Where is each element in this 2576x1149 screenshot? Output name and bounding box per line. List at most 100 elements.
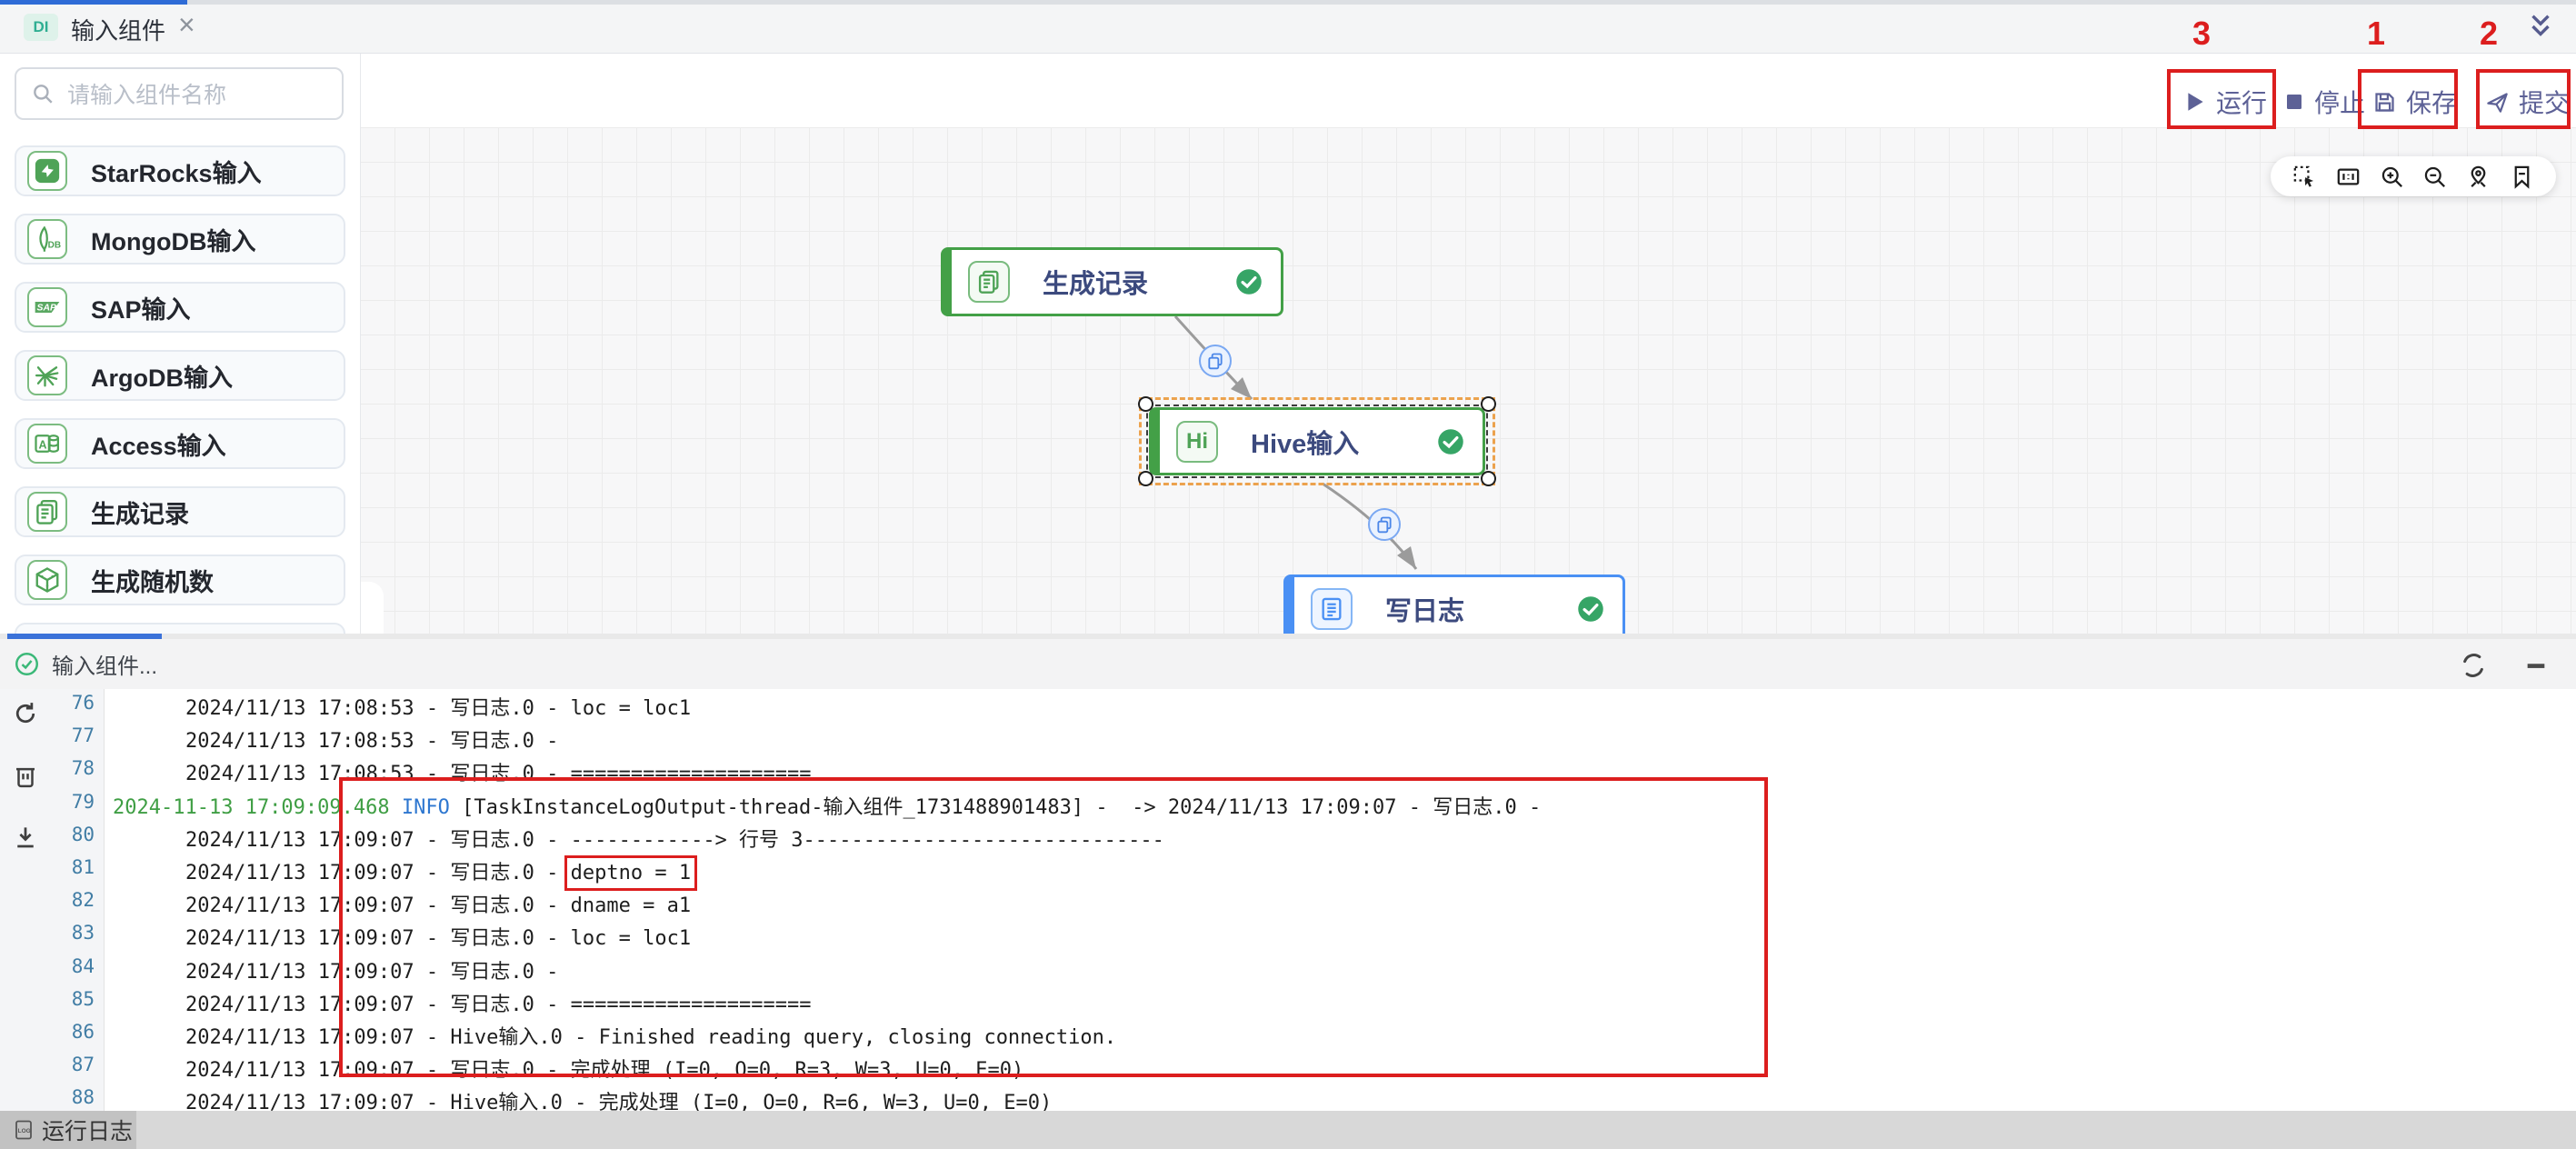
minimize-icon[interactable]: [2523, 653, 2549, 678]
chevron-double-down-icon[interactable]: [2525, 11, 2556, 42]
fit-view-icon[interactable]: [2336, 165, 2361, 189]
resize-handle-ne[interactable]: [1481, 396, 1496, 412]
stop-button[interactable]: 停止: [2283, 84, 2365, 120]
log-text: 2024/11/13 17:09:07 - 写日志.0 - ==========…: [185, 988, 812, 1017]
log-file-icon: LOG: [13, 1119, 35, 1141]
flow-canvas[interactable]: [360, 127, 2576, 634]
panel-header: 输入组件...: [0, 639, 2576, 690]
component-item-label: StarRocks输入: [91, 154, 262, 189]
log-text: 2024/11/13 17:09:07 - 写日志.0 - deptno = 1: [185, 856, 691, 885]
svg-text:DB: DB: [48, 240, 61, 250]
top-scrollbar[interactable]: [0, 0, 2576, 5]
status-bar: LOG 运行日志: [0, 1111, 2576, 1149]
sidebar-collapse-handle[interactable]: [360, 582, 384, 634]
component-item-label: SAP输入: [91, 290, 191, 325]
success-check-icon: [1577, 595, 1604, 623]
log-text: 2024/11/13 17:08:53 - 写日志.0 - loc = loc1: [185, 692, 691, 721]
tab-bar: DI 输入组件 ×: [0, 0, 2576, 54]
svg-text:LOG: LOG: [18, 1128, 31, 1134]
access-icon: A: [27, 424, 67, 464]
svg-text:SAP: SAP: [37, 303, 56, 313]
search-input[interactable]: 请输入组件名称: [15, 67, 344, 120]
close-icon[interactable]: ×: [178, 10, 195, 39]
top-scrollbar-thumb[interactable]: [0, 0, 187, 5]
run-log-tab[interactable]: LOG 运行日志: [0, 1111, 136, 1149]
component-item-label: 生成记录: [91, 495, 189, 530]
line-number: 81: [0, 856, 95, 878]
component-item-generate-records[interactable]: 生成记录: [15, 486, 345, 537]
component-item-label: 生成随机数: [91, 563, 214, 598]
log-line-85: 85 2024/11/13 17:09:07 - 写日志.0 - ========…: [0, 988, 2576, 1021]
di-product-badge: DI: [24, 14, 58, 41]
run-button[interactable]: 运行: [2183, 84, 2267, 120]
edge-copy-badge[interactable]: [1199, 345, 1232, 377]
log-text: 2024/11/13 17:08:53 - 写日志.0 -: [185, 724, 558, 754]
check-circle-icon: [15, 652, 39, 676]
sync-icon[interactable]: [2460, 652, 2487, 679]
log-line-77: 772024/11/13 17:08:53 - 写日志.0 -: [0, 724, 2576, 757]
random-number-icon: [27, 560, 67, 600]
node-generate-records[interactable]: 生成记录: [941, 247, 1283, 316]
starrocks-icon: [27, 151, 67, 191]
line-number: 82: [0, 889, 95, 911]
submit-button[interactable]: 提交: [2485, 84, 2570, 120]
line-number: 76: [0, 692, 95, 714]
component-item-access[interactable]: A Access输入: [15, 418, 345, 469]
component-item-mongodb[interactable]: DB MongoDB输入: [15, 214, 345, 265]
log-line-88: 882024/11/13 17:09:07 - Hive输入.0 - 完成处理 …: [0, 1086, 2576, 1111]
log-line-86: 86 2024/11/13 17:09:07 - Hive输入.0 - Finis…: [0, 1021, 2576, 1054]
node-title: 生成记录: [1043, 263, 1148, 301]
log-text: 2024/11/13 17:09:07 - 写日志.0 - loc = loc1: [185, 922, 691, 951]
component-item-label: Access输入: [91, 426, 226, 462]
marquee-select-icon[interactable]: [2292, 165, 2317, 189]
log-body[interactable]: 76 2024/11/13 17:08:53 - 写日志.0 - loc = lo…: [0, 689, 2576, 1111]
search-icon: [31, 82, 55, 105]
resize-handle-se[interactable]: [1481, 471, 1496, 486]
component-item-partial[interactable]: [15, 623, 345, 634]
component-item-label: ArgoDB输入: [91, 358, 233, 394]
success-check-icon: [1437, 428, 1464, 455]
annotation-number-save: 1: [2367, 15, 2385, 53]
log-line-80: 802024/11/13 17:09:07 - 写日志.0 - --------…: [0, 824, 2576, 856]
line-number: 84: [0, 955, 95, 977]
log-text: 2024/11/13 17:09:07 - Hive输入.0 - Finishe…: [185, 1021, 1116, 1050]
edge-copy-badge[interactable]: [1368, 508, 1401, 541]
component-item-starrocks[interactable]: StarRocks输入: [15, 145, 345, 196]
node-hive-input[interactable]: Hi Hive输入: [1149, 407, 1485, 475]
resize-handle-nw[interactable]: [1138, 396, 1153, 412]
mongodb-icon: DB: [27, 219, 67, 259]
line-number: 85: [0, 988, 95, 1010]
annotation-number-run: 3: [2192, 15, 2211, 53]
save-icon: [2372, 90, 2397, 115]
sap-icon: SAP: [27, 287, 67, 327]
argodb-icon: [27, 355, 67, 395]
log-line-83: 832024/11/13 17:09:07 - 写日志.0 - loc = lo…: [0, 922, 2576, 954]
zoom-in-icon[interactable]: [2380, 165, 2404, 189]
log-line-76: 76 2024/11/13 17:08:53 - 写日志.0 - loc = lo…: [0, 692, 2576, 724]
submit-icon: [2485, 90, 2510, 115]
log-text: 2024/11/13 17:09:07 - 写日志.0 - ----------…: [185, 824, 1164, 853]
log-text: 2024/11/13 17:09:07 - 写日志.0 -: [185, 955, 558, 984]
save-button[interactable]: 保存: [2372, 84, 2457, 120]
line-number: 78: [0, 757, 95, 779]
component-item-random-number[interactable]: 生成随机数: [15, 555, 345, 605]
tab-title[interactable]: 输入组件: [71, 13, 165, 46]
hive-icon: Hi: [1176, 421, 1218, 463]
svg-text:A: A: [39, 438, 47, 451]
bookmark-icon[interactable]: [2510, 165, 2534, 189]
node-hive-selection[interactable]: Hi Hive输入: [1139, 397, 1495, 485]
panel-header-icons: [2460, 652, 2549, 679]
line-number: 79: [0, 791, 95, 813]
zoom-out-icon[interactable]: [2422, 165, 2447, 189]
locate-icon[interactable]: [2466, 165, 2491, 189]
component-item-label: MongoDB输入: [91, 222, 255, 257]
resize-handle-sw[interactable]: [1138, 471, 1153, 486]
generate-records-icon: [27, 492, 67, 532]
node-title: 写日志: [1385, 590, 1464, 628]
log-line-81: 81 2024/11/13 17:09:07 - 写日志.0 - deptno =…: [0, 856, 2576, 889]
line-number: 86: [0, 1021, 95, 1043]
component-item-argodb[interactable]: ArgoDB输入: [15, 350, 345, 401]
component-item-sap[interactable]: SAP SAP输入: [15, 282, 345, 333]
run-icon: [2183, 90, 2207, 114]
stop-icon: [2283, 91, 2305, 113]
